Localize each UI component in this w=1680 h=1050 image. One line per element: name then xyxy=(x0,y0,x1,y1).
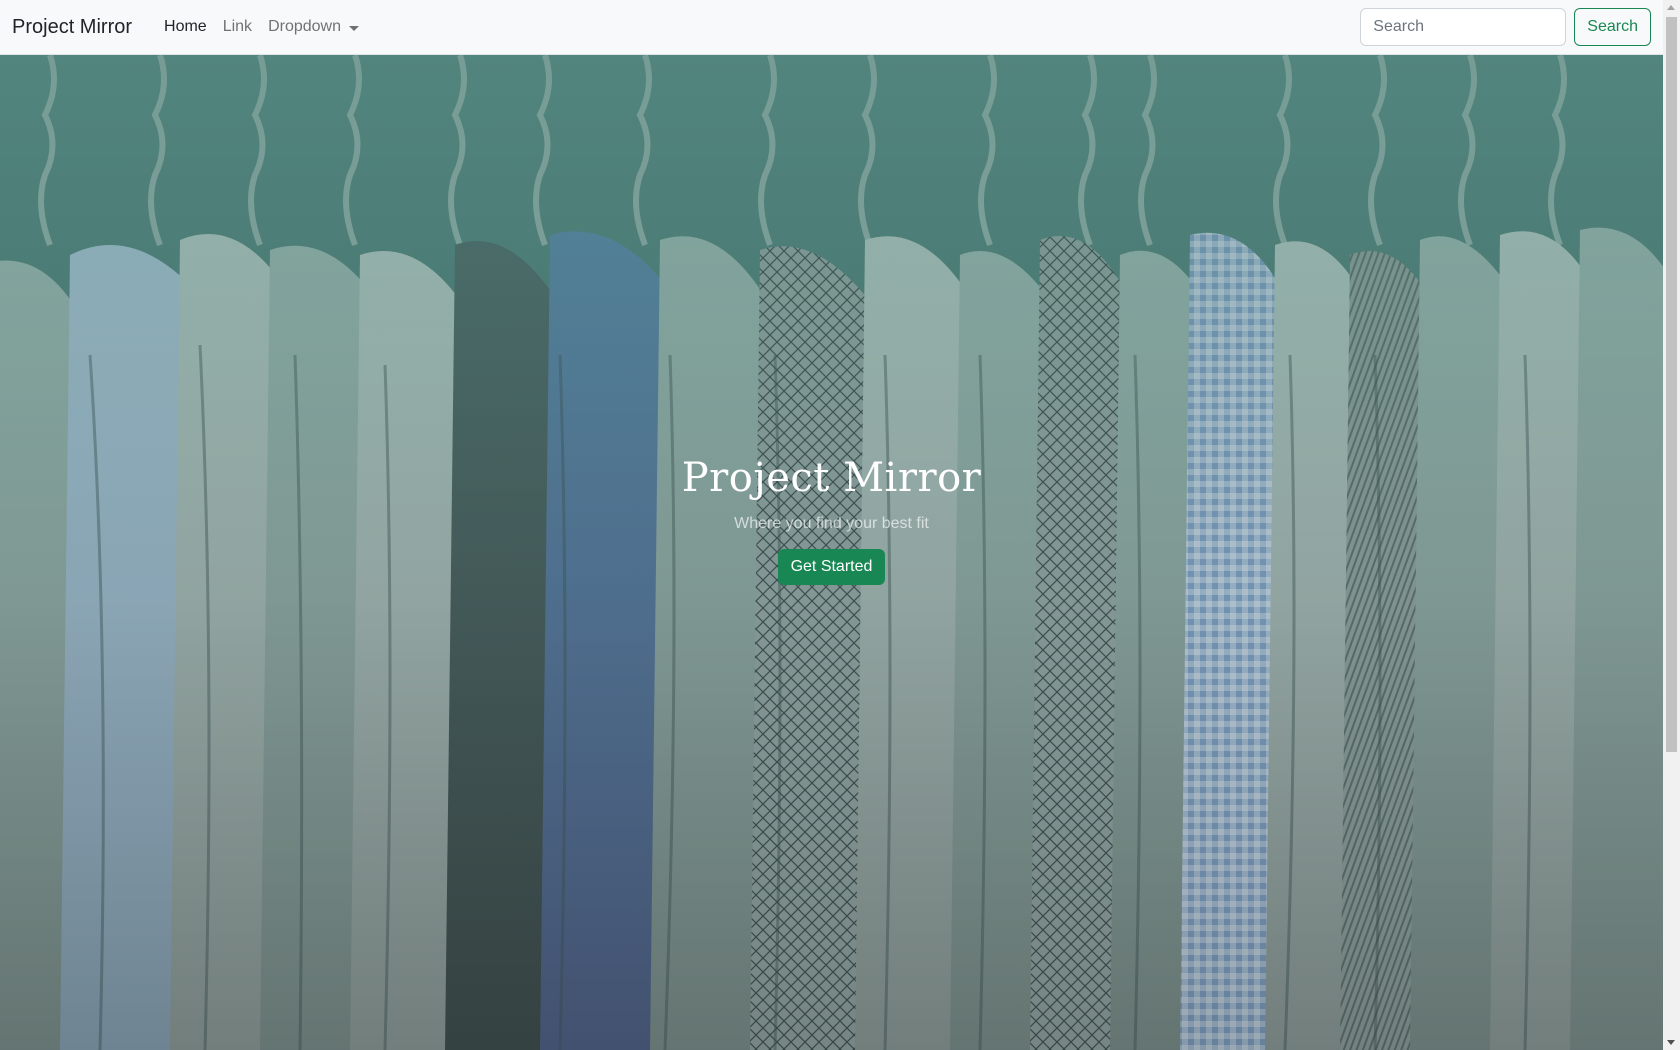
page-scrollbar[interactable] xyxy=(1663,0,1680,1050)
search-form: Search xyxy=(1360,8,1651,46)
search-button[interactable]: Search xyxy=(1574,8,1651,46)
hero-section: Project Mirror Where you find your best … xyxy=(0,55,1663,1050)
hero-title: Project Mirror xyxy=(681,455,982,501)
nav-dropdown-toggle[interactable]: Dropdown xyxy=(260,18,367,36)
navbar-brand[interactable]: Project Mirror xyxy=(12,16,132,39)
scroll-up-arrow-icon[interactable] xyxy=(1667,5,1675,10)
nav-dropdown-label: Dropdown xyxy=(268,18,341,35)
top-navbar: Project Mirror Home Link Dropdown Search xyxy=(0,0,1663,55)
search-input[interactable] xyxy=(1360,8,1567,46)
scroll-down-arrow-icon[interactable] xyxy=(1667,1040,1675,1045)
get-started-button[interactable]: Get Started xyxy=(777,549,886,585)
hero-content: Project Mirror Where you find your best … xyxy=(0,455,1663,585)
browser-viewport: Project Mirror Home Link Dropdown Search xyxy=(0,0,1680,1050)
nav-link-link[interactable]: Link xyxy=(215,18,260,36)
nav-link-home[interactable]: Home xyxy=(156,18,215,36)
nav-links: Home Link Dropdown xyxy=(156,18,367,36)
hero-subtitle: Where you find your best fit xyxy=(734,515,929,532)
scrollbar-thumb[interactable] xyxy=(1666,17,1677,752)
caret-down-icon xyxy=(349,25,359,31)
